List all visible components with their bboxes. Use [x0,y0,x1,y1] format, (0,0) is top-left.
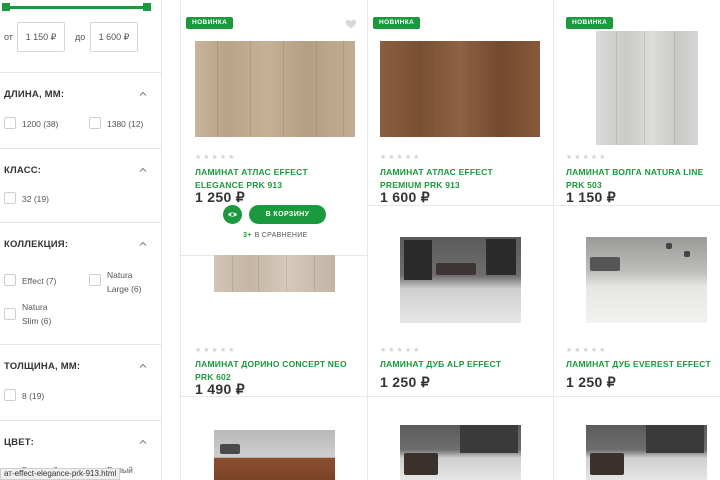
option-label[interactable]: Natura Large (6) [107,268,152,296]
rating-stars[interactable]: ★★★★★ [195,153,236,161]
product-image[interactable] [400,237,521,323]
chevron-up-icon[interactable] [138,437,148,447]
option-label[interactable]: Effect (7) [22,275,56,287]
product-card[interactable]: НОВИНКА ★★★★★ ЛАМИНАТ ВОЛГА NATURA LINE … [553,0,720,205]
product-price: 1 150 ₽ [566,189,616,205]
filter-sidebar: от 1 150 ₽ до 1 600 ₽ ДЛИНА, ММ: 1200 (3… [0,0,162,480]
price-slider-min-handle[interactable] [2,3,10,11]
price-to-input[interactable]: 1 600 ₽ [90,22,138,52]
product-price: 1 250 ₽ [380,374,430,390]
filter-length-title[interactable]: ДЛИНА, ММ: [4,89,64,100]
new-badge: НОВИНКА [186,17,234,29]
checkbox-collection-natura-large[interactable] [89,274,101,286]
filter-class-title[interactable]: КЛАСС: [4,165,41,176]
product-name[interactable]: ЛАМИНАТ ДУБ EVEREST EFFECT [566,358,720,371]
chevron-up-icon[interactable] [138,239,148,249]
product-card[interactable]: ★★★★★ ЛАМИНАТ ДОРИНО CONCEPT NEO PRK 602… [180,255,367,397]
product-price: 1 600 ₽ [380,189,430,205]
rating-stars[interactable]: ★★★★★ [566,153,607,161]
grid-divider [180,396,720,397]
checkbox-class-32[interactable] [4,192,16,204]
price-range-inputs: от 1 150 ₽ до 1 600 ₽ [0,22,162,52]
product-price: 1 250 ₽ [195,189,245,205]
product-image[interactable] [195,41,355,137]
option-label[interactable]: 8 (19) [22,390,44,402]
add-to-cart-button[interactable]: В КОРЗИНУ [249,205,326,224]
filter-color-title[interactable]: ЦВЕТ: [4,437,34,448]
product-price: 1 250 ₽ [566,374,616,390]
product-image[interactable] [214,430,335,480]
product-image[interactable] [400,425,521,480]
checkbox-collection-natura-slim[interactable] [4,308,16,320]
product-image[interactable] [586,425,707,480]
checkbox-collection-effect[interactable] [4,274,16,286]
option-label[interactable]: 1380 (12) [107,118,143,130]
product-image[interactable] [380,41,540,137]
filter-thickness-title[interactable]: ТОЛЩИНА, ММ: [4,361,80,372]
product-image[interactable] [586,237,707,323]
rating-stars[interactable]: ★★★★★ [566,346,607,354]
new-badge: НОВИНКА [373,17,421,29]
quick-view-button[interactable] [223,205,242,224]
price-to-label: до [75,32,86,42]
heart-icon[interactable] [345,17,357,29]
rating-stars[interactable]: ★★★★★ [195,346,236,354]
filter-length: ДЛИНА, ММ: 1200 (38) 1380 (12) [0,72,162,148]
compare-icon: 3+ [243,232,252,239]
rating-stars[interactable]: ★★★★★ [380,346,421,354]
checkbox-length-1200[interactable] [4,117,16,129]
price-slider-max-handle[interactable] [143,3,151,11]
product-price: 1 490 ₽ [195,381,245,397]
price-from-label: от [4,32,13,42]
rating-stars[interactable]: ★★★★★ [380,153,421,161]
compare-label: В СРАВНЕНИЕ [254,232,308,239]
filter-thickness: ТОЛЩИНА, ММ: 8 (19) [0,344,162,420]
filter-collection-title[interactable]: КОЛЛЕКЦИЯ: [4,239,68,250]
product-card[interactable]: НОВИНКА ★★★★★ ЛАМИНАТ АТЛАС EFFECT PREMI… [367,0,553,205]
product-image[interactable] [596,31,698,145]
link-status-bar: ат-effect-elegance-prk-913.html [0,468,121,480]
option-label[interactable]: Natura Slim (6) [22,300,62,328]
checkbox-thickness-8[interactable] [4,389,16,401]
filter-class: КЛАСС: 32 (19) [0,148,162,222]
price-range-slider[interactable] [6,6,148,9]
product-image[interactable] [214,255,335,292]
chevron-up-icon[interactable] [138,165,148,175]
chevron-up-icon[interactable] [138,361,148,371]
new-badge: НОВИНКА [566,17,614,29]
product-card[interactable]: ★★★★★ ЛАМИНАТ ДУБ EVEREST EFFECT 1 250 ₽ [553,205,720,396]
product-name[interactable]: ЛАМИНАТ ДУБ ALP EFFECT [380,358,540,371]
checkbox-length-1380[interactable] [89,117,101,129]
add-to-compare-link[interactable]: 3+ В СРАВНЕНИЕ [243,232,308,239]
price-from-input[interactable]: 1 150 ₽ [17,22,65,52]
option-label[interactable]: 32 (19) [22,193,49,205]
product-card[interactable]: ★★★★★ ЛАМИНАТ ДУБ ALP EFFECT 1 250 ₽ [367,205,553,396]
option-label[interactable]: 1200 (38) [22,118,58,130]
filter-collection: КОЛЛЕКЦИЯ: Effect (7) Natura Large (6) N… [0,222,162,344]
chevron-up-icon[interactable] [138,89,148,99]
eye-icon [227,212,238,217]
